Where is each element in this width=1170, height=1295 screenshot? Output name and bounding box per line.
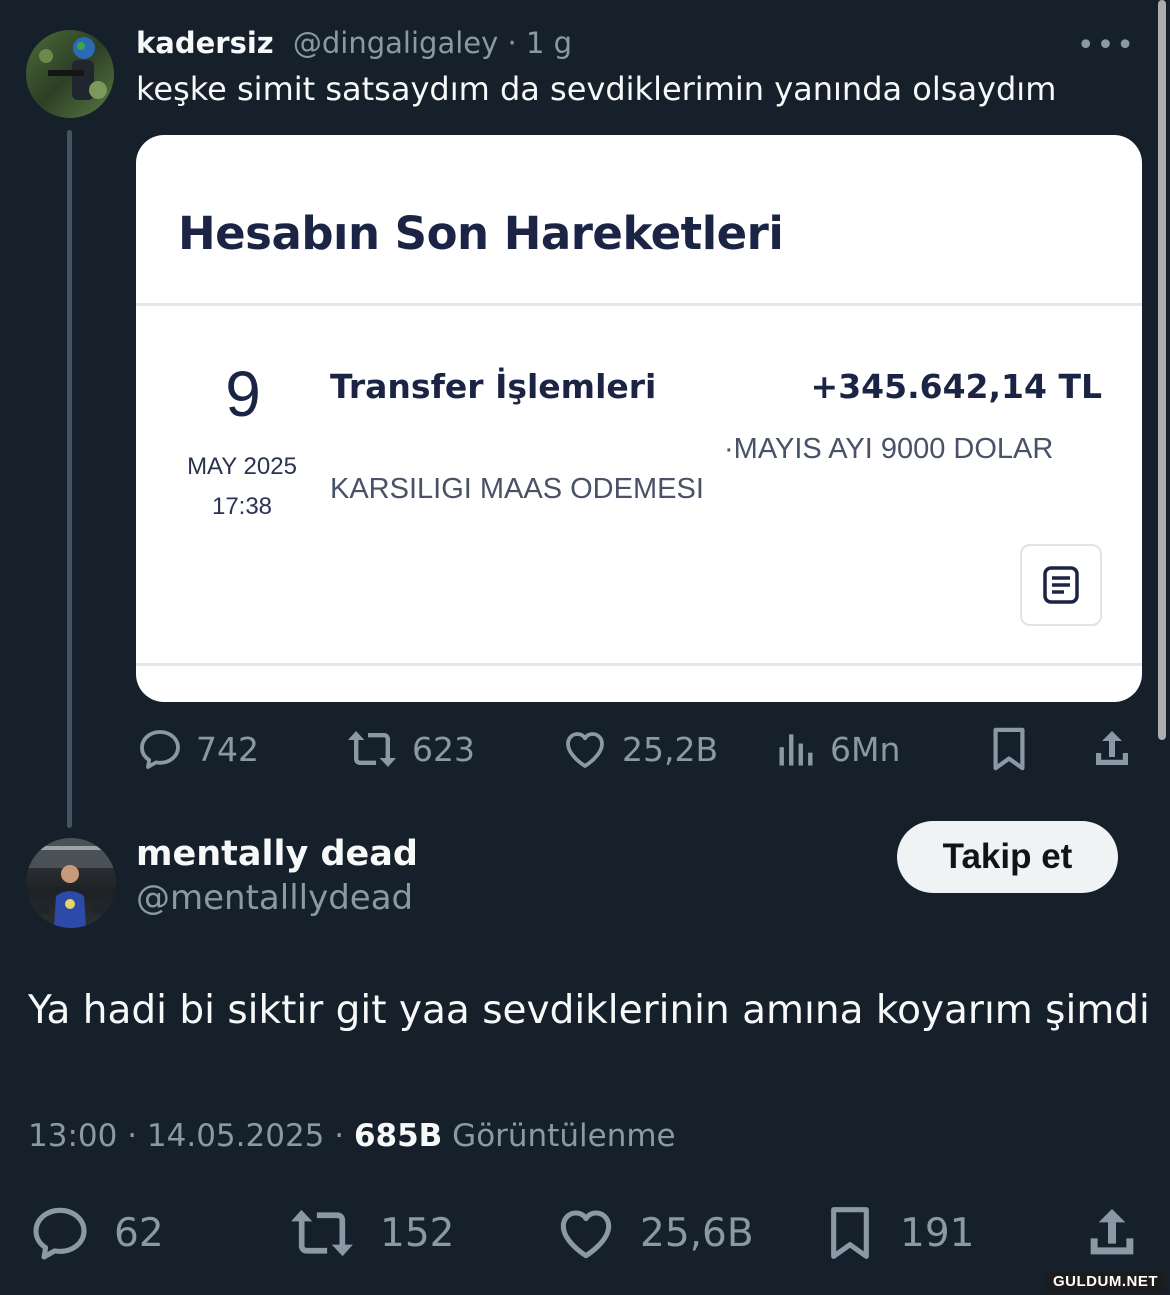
retweet-count-2: 152: [380, 1210, 455, 1256]
bookmark-button[interactable]: [986, 718, 1032, 780]
tweet1-header: kadersiz @dingaligaley · 1 g: [136, 26, 572, 60]
tweet2-time[interactable]: 13:00: [28, 1118, 117, 1154]
tweet1-author-handle[interactable]: @dingaligaley · 1 g: [293, 26, 572, 60]
transaction-month-year: MAY 2025: [187, 453, 297, 480]
share-icon: [1090, 1209, 1134, 1255]
tweet2-meta: 13:00 · 14.05.2025 · 685B Görüntülenme: [28, 1118, 676, 1154]
like-button[interactable]: 25,2B: [560, 718, 718, 780]
bookmark-icon: [831, 1207, 869, 1259]
reply-button-2[interactable]: 62: [28, 1200, 164, 1266]
transaction-description-line1: ·MAYIS AYI 9000 DOLAR: [724, 433, 1054, 465]
reply-count: 742: [196, 729, 259, 769]
thread-line: [67, 130, 72, 828]
card-divider: [136, 303, 1142, 306]
tweet1-action-bar: 742 623 25,2B 6Mn: [136, 718, 1146, 780]
views-button[interactable]: 6Mn: [774, 718, 900, 780]
share-icon: [1096, 731, 1128, 765]
card-title: Hesabın Son Hareketleri: [178, 207, 784, 260]
follow-button[interactable]: Takip et: [897, 821, 1118, 893]
share-button[interactable]: [1088, 718, 1136, 780]
tweet2-author-name[interactable]: mentally dead: [136, 834, 418, 874]
more-icon[interactable]: •••: [1077, 28, 1136, 63]
like-button-2[interactable]: 25,6B: [554, 1200, 754, 1266]
bookmark-button-2[interactable]: 191: [822, 1200, 974, 1266]
receipt-button: [1020, 544, 1102, 626]
views-count: 6Mn: [830, 729, 901, 769]
tweet1-handle-text: @dingaligaley: [292, 26, 499, 60]
reply-icon: [33, 1207, 87, 1260]
tweet1-time[interactable]: 1 g: [526, 26, 572, 60]
like-icon: [566, 732, 604, 768]
tweet2-date[interactable]: 14.05.2025: [147, 1118, 325, 1154]
avatar-kadersiz[interactable]: [26, 30, 114, 118]
watermark: GULDUM.NET: [1045, 1271, 1166, 1293]
transaction-amount: +345.642,14 TL: [810, 367, 1102, 406]
receipt-icon: [1043, 566, 1079, 604]
retweet-icon: [348, 731, 396, 767]
like-count: 25,2B: [622, 729, 719, 769]
bookmark-count-2: 191: [900, 1210, 975, 1256]
transaction-time: 17:38: [211, 493, 273, 520]
retweet-button-2[interactable]: 152: [286, 1200, 454, 1266]
card-divider-bottom: [136, 663, 1142, 666]
like-count-2: 25,6B: [640, 1210, 754, 1256]
views-icon: [779, 734, 813, 766]
scrollbar[interactable]: [1158, 0, 1166, 740]
tweet2-author-handle[interactable]: @mentalllydead: [136, 878, 413, 918]
reply-icon: [140, 730, 180, 769]
tweet2-views-count: 685B: [353, 1118, 443, 1154]
tweet1-author-name[interactable]: kadersiz: [136, 26, 274, 60]
tweet2-action-bar: 62 152 25,6B 191: [28, 1200, 1148, 1266]
retweet-count: 623: [412, 729, 475, 769]
reply-count-2: 62: [114, 1210, 164, 1256]
like-icon: [560, 1210, 612, 1259]
tweet2-text: Ya hadi bi siktir git yaa sevdiklerinin …: [28, 988, 1150, 1033]
avatar-mentally-dead[interactable]: [26, 838, 116, 928]
transaction-description-line2: KARSILIGI MAAS ODEMESI: [330, 473, 704, 505]
bank-screenshot-image[interactable]: Hesabın Son Hareketleri 9 MAY 2025 17:38…: [136, 135, 1142, 702]
bookmark-icon: [993, 727, 1025, 771]
tweet1-text: keşke simit satsaydım da sevdiklerimin y…: [136, 70, 1057, 108]
retweet-button[interactable]: 623: [344, 718, 475, 780]
reply-button[interactable]: 742: [136, 718, 259, 780]
share-button-2[interactable]: [1080, 1200, 1144, 1266]
transaction-day: 9: [225, 358, 261, 430]
retweet-icon: [291, 1209, 353, 1257]
tweet2-views-label: Görüntülenme: [452, 1118, 676, 1154]
transaction-title: Transfer İşlemleri: [330, 367, 657, 406]
